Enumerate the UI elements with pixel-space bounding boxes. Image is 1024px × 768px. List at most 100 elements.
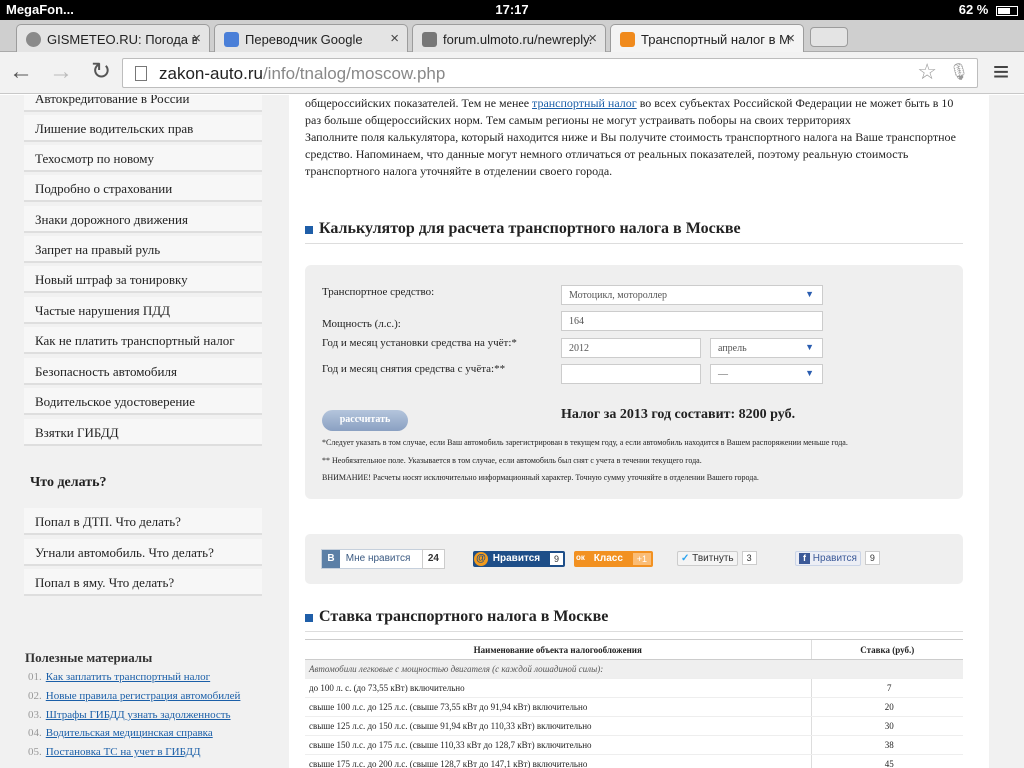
- vk-icon: В: [322, 550, 340, 568]
- vk-like-count: 24: [421, 549, 445, 569]
- column-header-rate: Ставка (руб.): [810, 639, 963, 660]
- mailru-icon: @: [474, 552, 488, 566]
- facebook-icon: f: [799, 553, 810, 564]
- calculate-button[interactable]: рассчитать: [322, 410, 408, 431]
- page-content: Автокредитование в России Лишение водите…: [0, 95, 1024, 768]
- back-icon[interactable]: ←: [6, 58, 36, 88]
- useful-link[interactable]: 02. Новые правила регистрация автомобилей: [28, 690, 240, 702]
- close-tab-icon[interactable]: ×: [588, 30, 597, 47]
- sidebar-item[interactable]: Подробно о страховании: [24, 175, 262, 202]
- what-to-do-label: Попал в яму. Что делать?: [35, 575, 175, 590]
- tax-result: Налог за 2013 год составит: 8200 руб.: [561, 407, 796, 422]
- useful-link-label[interactable]: Водительская медицинская справка: [46, 727, 213, 739]
- tab-gismeteo[interactable]: GISMETEO.RU: Погода в ×: [16, 24, 210, 52]
- registration-month-select[interactable]: апрель ▼: [710, 338, 823, 358]
- useful-link-label[interactable]: Постановка ТС на учет в ГИБДД: [46, 746, 201, 758]
- rates-heading-text: Ставка транспортного налога в Москве: [319, 608, 609, 625]
- sidebar-item[interactable]: Автокредитование в России: [24, 95, 262, 112]
- deregistration-month-select[interactable]: — ▼: [710, 364, 823, 384]
- table-header-row: Наименование объекта налогообложения Ста…: [305, 639, 963, 660]
- facebook-like-button[interactable]: f Нравится 9: [795, 551, 887, 567]
- sidebar-item-label: Техосмотр по новому: [35, 151, 154, 166]
- sidebar-item-label: Автокредитование в России: [35, 95, 190, 106]
- tab-google-translate[interactable]: Переводчик Google ×: [214, 24, 408, 52]
- useful-link-label[interactable]: Новые правила регистрация автомобилей: [46, 690, 241, 702]
- disclaimer: ВНИМАНИЕ! Расчеты носят исключительно ин…: [322, 473, 759, 482]
- what-to-do-item[interactable]: Попал в яму. Что делать?: [24, 569, 262, 596]
- social-share-panel: В Мне нравится 24 @ Нравится 9 ок Класс …: [305, 534, 963, 584]
- browser-toolbar: ← → ↻ zakon-auto.ru/info/tnalog/moscow.p…: [0, 52, 1024, 94]
- translate-icon: [224, 32, 239, 47]
- sidebar-item[interactable]: Безопасность автомобиля: [24, 358, 262, 385]
- what-to-do-item[interactable]: Попал в ДТП. Что делать?: [24, 508, 262, 535]
- tab-forum-ulmoto[interactable]: forum.ulmoto.ru/newreply.p ×: [412, 24, 606, 52]
- table-row: свыше 125 л.с. до 150 л.с. (свыше 91,94 …: [305, 716, 963, 736]
- sidebar-item[interactable]: Знаки дорожного движения: [24, 206, 262, 233]
- clock: 17:17: [495, 2, 529, 17]
- sidebar-item[interactable]: Новый штраф за тонировку: [24, 266, 262, 293]
- heading-bullet-icon: [305, 614, 313, 622]
- sidebar-item[interactable]: Водительское удостоверение: [24, 388, 262, 415]
- address-bar[interactable]: zakon-auto.ru/info/tnalog/moscow.php ☆ 🎙: [122, 58, 978, 88]
- dropdown-arrow-icon: ▼: [805, 289, 814, 299]
- row-rate: 7: [810, 678, 963, 698]
- mailru-like-button[interactable]: @ Нравится 9: [473, 551, 565, 567]
- twitter-share[interactable]: ✓ Твитнуть: [677, 551, 738, 566]
- twitter-icon: ✓: [681, 553, 690, 564]
- globe-icon: [26, 32, 41, 47]
- new-tab-button[interactable]: [810, 27, 848, 47]
- useful-link[interactable]: 04. Водительская медицинская справка: [28, 727, 213, 739]
- useful-link-label[interactable]: Штрафы ГИБДД узнать задолженность: [46, 709, 231, 721]
- microphone-icon[interactable]: 🎙: [949, 62, 969, 82]
- sidebar-item[interactable]: Как не платить транспортный налог: [24, 327, 262, 354]
- tab-title: forum.ulmoto.ru/newreply.p: [443, 32, 593, 47]
- row-label: свыше 125 л.с. до 150 л.с. (свыше 91,94 …: [305, 716, 811, 736]
- useful-link-label[interactable]: Как заплатить транспортный налог: [46, 671, 210, 683]
- mailru-like-count: 9: [549, 553, 563, 565]
- registration-month-value: апрель: [718, 343, 747, 354]
- deregistration-year-input[interactable]: [561, 364, 701, 384]
- twitter-label: Твитнуть: [692, 553, 734, 564]
- row-label: до 100 л. с. (до 73,55 кВт) включительно: [305, 678, 811, 698]
- ok-class-count: +1: [632, 553, 651, 565]
- useful-link[interactable]: 03. Штрафы ГИБДД узнать задолженность: [28, 709, 231, 721]
- tab-transport-tax[interactable]: Транспортный налог в Мо ×: [610, 24, 804, 52]
- what-to-do-item[interactable]: Угнали автомобиль. Что делать?: [24, 539, 262, 566]
- close-tab-icon[interactable]: ×: [192, 30, 201, 47]
- sidebar-item-label: Водительское удостоверение: [35, 394, 196, 409]
- list-number: 01.: [28, 671, 42, 683]
- sidebar-item[interactable]: Техосмотр по новому: [24, 145, 262, 172]
- sidebar-item-label: Взятки ГИБДД: [35, 425, 119, 440]
- battery-icon: [996, 5, 1018, 16]
- url-text[interactable]: zakon-auto.ru/info/tnalog/moscow.php: [159, 64, 445, 84]
- useful-materials-heading: Полезные материалы: [25, 650, 153, 665]
- tax-calculator: Транспортное средство: Мотоцикл, моторол…: [305, 265, 963, 499]
- close-tab-icon[interactable]: ×: [390, 30, 399, 47]
- useful-link[interactable]: 05. Постановка ТС на учет в ГИБДД: [28, 746, 201, 758]
- calculator-heading-text: Калькулятор для расчета транспортного на…: [319, 220, 741, 237]
- sidebar-item[interactable]: Запрет на правый руль: [24, 236, 262, 263]
- sidebar-item[interactable]: Частые нарушения ПДД: [24, 297, 262, 324]
- mailru-like-label: Нравится: [492, 553, 541, 564]
- list-number: 03.: [28, 709, 42, 721]
- close-tab-icon[interactable]: ×: [786, 30, 795, 47]
- row-rate: 20: [810, 697, 963, 717]
- sidebar-item-label: Подробно о страховании: [35, 181, 173, 196]
- vehicle-select[interactable]: Мотоцикл, мотороллер ▼: [561, 285, 823, 305]
- transport-tax-link[interactable]: транспортный налог: [532, 96, 637, 110]
- registration-year-input[interactable]: 2012: [561, 338, 701, 358]
- reload-icon[interactable]: ↻: [86, 58, 116, 88]
- sidebar-item[interactable]: Лишение водительских прав: [24, 115, 262, 142]
- twitter-button[interactable]: ✓ Твитнуть 3: [677, 551, 757, 567]
- ok-class-button[interactable]: ок Класс +1: [574, 551, 653, 567]
- forward-icon[interactable]: →: [46, 58, 76, 88]
- facebook-like[interactable]: f Нравится: [795, 551, 861, 566]
- menu-icon[interactable]: ≡: [986, 58, 1016, 88]
- power-input[interactable]: 164: [561, 311, 823, 331]
- useful-link[interactable]: 01. Как заплатить транспортный налог: [28, 671, 210, 683]
- sidebar-item[interactable]: Взятки ГИБДД: [24, 419, 262, 446]
- vk-like-button[interactable]: В Мне нравится 24: [321, 549, 445, 569]
- row-rate: 38: [810, 735, 963, 755]
- main-content: общероссийских показателей. Тем не менее…: [289, 95, 989, 768]
- star-icon[interactable]: ☆: [917, 59, 937, 85]
